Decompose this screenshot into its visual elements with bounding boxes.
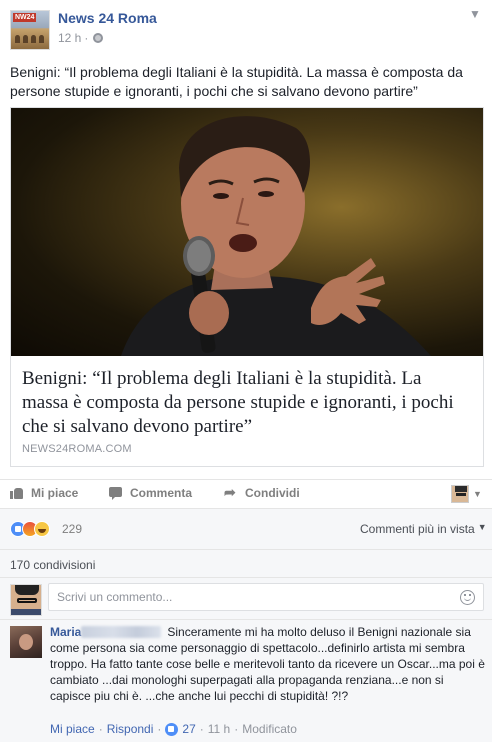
shares-row: 170 condivisioni [0, 549, 492, 577]
comment-input[interactable] [48, 583, 484, 611]
share-button[interactable]: Condividi [224, 484, 300, 501]
page-avatar-tag: NW24 [13, 13, 37, 22]
shares-count[interactable]: 170 condivisioni [10, 558, 95, 572]
meta-dot: · [98, 722, 103, 736]
chevron-down-icon: ▼ [477, 522, 487, 532]
emoji-icon[interactable] [460, 590, 475, 605]
like-label: Mi piace [31, 486, 79, 500]
colosseum-arch [15, 35, 20, 43]
action-bar: Mi piace Commenta Condividi ▼ [0, 479, 492, 509]
meta-dot: · [157, 722, 162, 736]
link-card[interactable]: Benigni: “Il problema degli Italiani è l… [10, 107, 484, 467]
comment-like-count[interactable]: 27 [182, 722, 195, 736]
comment-label: Commenta [130, 486, 193, 500]
comment-button[interactable]: Commenta [109, 486, 192, 500]
comment-meta: Mi piace · Rispondi · 27 · 11 h · Modifi… [50, 722, 297, 736]
chevron-down-icon: ▼ [473, 489, 482, 499]
share-label: Condividi [245, 486, 300, 500]
comment-icon [109, 486, 123, 500]
comment-like-link[interactable]: Mi piace [50, 722, 95, 736]
redacted-name [81, 626, 162, 638]
chevron-down-icon: ▼ [469, 7, 481, 21]
comment: Maria Sinceramente mi ha molto deluso il … [0, 619, 492, 742]
comment-reply-link[interactable]: Rispondi [107, 722, 154, 736]
like-button[interactable]: Mi piace [10, 486, 78, 500]
colosseum-arch [39, 35, 44, 43]
comment-author[interactable]: Maria [50, 625, 81, 639]
post-meta: 12 h · [58, 31, 104, 45]
page-avatar[interactable]: NW24 [10, 10, 50, 50]
link-domain: NEWS24ROMA.COM [22, 443, 132, 455]
link-title[interactable]: Benigni: “Il problema degli Italiani è l… [22, 367, 472, 439]
share-icon [224, 484, 238, 501]
link-image[interactable] [11, 108, 483, 356]
like-reaction-icon [165, 722, 179, 736]
reaction-count[interactable]: 229 [62, 522, 82, 536]
avatar-glasses [17, 598, 37, 603]
post-options-button[interactable]: ▼ [466, 6, 484, 22]
reaction-icons[interactable] [10, 521, 50, 537]
user-avatar[interactable] [10, 584, 42, 616]
portrait-illustration [121, 116, 431, 356]
profile-selector[interactable]: ▼ [451, 485, 482, 503]
avatar-hair [15, 585, 39, 595]
post-header: NW24 News 24 Roma 12 h · ▼ [0, 0, 492, 52]
meta-dot: · [199, 722, 204, 736]
comment-time[interactable]: 11 h [208, 722, 230, 736]
post-time[interactable]: 12 h [58, 31, 81, 45]
colosseum-arch [23, 35, 28, 43]
comment-sort-label: Commenti più in vista [360, 522, 475, 536]
avatar-shirt [11, 609, 41, 615]
comment-composer [0, 577, 492, 619]
profile-avatar [451, 485, 469, 503]
reactions-row: 229 Commenti più in vista ▼ [0, 509, 492, 549]
meta-dot: · [234, 722, 239, 736]
meta-separator: · [84, 31, 89, 45]
comment-sort-dropdown[interactable]: Commenti più in vista ▼ [360, 522, 487, 536]
post-text: Benigni: “Il problema degli Italiani è l… [10, 64, 463, 99]
globe-icon [93, 33, 104, 43]
colosseum-arch [31, 35, 36, 43]
page-name-link[interactable]: News 24 Roma [58, 10, 157, 26]
commenter-avatar[interactable] [10, 626, 42, 658]
haha-reaction-icon [34, 521, 50, 537]
like-icon [10, 486, 24, 500]
comment-edited[interactable]: Modificato [242, 722, 297, 736]
comment-body: Maria Sinceramente mi ha molto deluso il … [50, 624, 486, 704]
